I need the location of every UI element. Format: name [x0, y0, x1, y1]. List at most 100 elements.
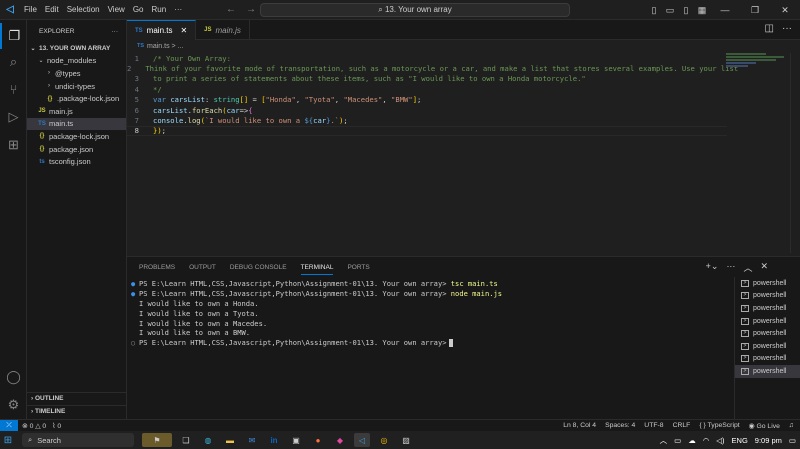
code-line-4: */ — [153, 84, 162, 94]
menu-go[interactable]: Go — [133, 5, 144, 14]
source-control-icon[interactable]: ⑂ — [0, 76, 27, 102]
layout-icon[interactable]: ▦ — [694, 5, 710, 16]
code-editor[interactable]: 1/* Your Own Array: 2 Think of your favor… — [127, 53, 738, 137]
minimize-button[interactable]: — — [710, 5, 740, 15]
code-line-1: /* Your Own Array: — [153, 53, 231, 63]
tab-ports[interactable]: PORTS — [347, 264, 369, 271]
go-live-button[interactable]: ◉ Go Live — [749, 422, 780, 430]
forward-arrow-icon[interactable]: → — [246, 4, 256, 15]
vscode-taskbar-icon[interactable]: ◁ — [354, 433, 370, 447]
terminal-instance[interactable]: > powershell — [735, 340, 800, 353]
photos-icon[interactable]: ▨ — [398, 433, 414, 447]
close-window-button[interactable]: ✕ — [770, 5, 800, 16]
chrome-icon[interactable]: ◎ — [376, 433, 392, 447]
terminal-instance[interactable]: > powershell — [735, 277, 800, 290]
more-actions-icon[interactable]: ··· — [112, 28, 119, 35]
firefox-icon[interactable]: ● — [310, 433, 326, 447]
explorer-item[interactable]: {} .package-lock.json — [27, 92, 126, 105]
restore-button[interactable]: ❐ — [740, 5, 770, 16]
explorer-item[interactable]: JS main.js — [27, 105, 126, 118]
tab-debug-console[interactable]: DEBUG CONSOLE — [230, 264, 287, 271]
remote-icon[interactable]: ⤫ — [0, 419, 18, 432]
explorer-icon[interactable]: ❐ — [0, 23, 27, 49]
breadcrumb[interactable]: TS main.ts > ... — [127, 40, 800, 52]
problems-status[interactable]: ⊗ 0 △ 0 — [22, 422, 46, 430]
show-hidden-icons-icon[interactable]: ︿ — [660, 435, 668, 446]
windows-start-icon[interactable]: ⊞ — [0, 431, 16, 449]
tab-main-js[interactable]: JS main.js — [196, 20, 250, 40]
split-editor-icon[interactable]: ◫ — [765, 23, 774, 34]
store-icon[interactable]: ▣ — [288, 433, 304, 447]
new-terminal-icon[interactable]: +⌄ — [706, 261, 719, 274]
file-explorer-icon[interactable]: ▬ — [222, 433, 238, 447]
terminal-instance[interactable]: > powershell — [735, 315, 800, 328]
encoding[interactable]: UTF-8 — [644, 422, 663, 430]
app-icon[interactable]: ◆ — [332, 433, 348, 447]
terminal-instance[interactable]: > powershell — [735, 353, 800, 366]
explorer-item[interactable]: › undici-types — [27, 80, 126, 93]
account-icon[interactable]: ◯ — [0, 364, 27, 390]
close-tab-icon[interactable]: ✕ — [180, 26, 187, 35]
run-debug-icon[interactable]: ▷ — [0, 104, 27, 130]
tab-output[interactable]: OUTPUT — [189, 264, 216, 271]
menu-edit[interactable]: Edit — [45, 5, 59, 14]
toggle-secondary-sidebar-icon[interactable]: ▯ — [678, 5, 694, 16]
explorer-item[interactable]: › @types — [27, 67, 126, 80]
search-view-icon[interactable]: ⌕ — [0, 49, 27, 75]
terminal-instance[interactable]: > powershell — [735, 290, 800, 303]
clock[interactable]: 9:09 pm — [755, 436, 782, 445]
tab-main-ts[interactable]: TS main.ts ✕ — [127, 20, 197, 40]
menu-view[interactable]: View — [108, 5, 125, 14]
menu-run[interactable]: Run — [151, 5, 166, 14]
cursor-position[interactable]: Ln 8, Col 4 — [563, 422, 596, 430]
terminal-instance[interactable]: > powershell — [735, 302, 800, 315]
menu-selection[interactable]: Selection — [67, 5, 100, 14]
task-view-icon[interactable]: ❑ — [178, 433, 194, 447]
close-panel-icon[interactable]: ✕ — [760, 261, 768, 274]
terminal-command: node main.js — [450, 289, 503, 299]
language-indicator[interactable]: ENG — [732, 436, 748, 445]
edge-browser-icon[interactable]: ◍ — [200, 433, 216, 447]
taskbar-search[interactable]: ⌕ Search — [22, 433, 134, 447]
linkedin-icon[interactable]: in — [266, 433, 282, 447]
command-center[interactable]: ⌕ 13. Your own array — [260, 3, 570, 17]
workspace-root[interactable]: ⌄ 13. YOUR OWN ARRAY — [27, 42, 126, 55]
menu-file[interactable]: File — [24, 5, 37, 14]
language-mode[interactable]: { } TypeScript — [699, 422, 739, 430]
more-actions-icon[interactable]: ··· — [726, 261, 735, 274]
explorer-item[interactable]: ⌄ node_modules — [27, 55, 126, 68]
explorer-item[interactable]: {} package-lock.json — [27, 130, 126, 143]
terminal-output[interactable]: ● PS E:\Learn HTML,CSS,Javascript,Python\… — [131, 279, 731, 348]
mail-icon[interactable]: ✉ — [244, 433, 260, 447]
notification-center-icon[interactable]: ▭ — [789, 436, 796, 445]
outline-section[interactable]: › OUTLINE — [27, 392, 127, 404]
menu-more[interactable]: ··· — [174, 5, 182, 14]
terminal-instance[interactable]: > powershell — [735, 365, 800, 378]
maximize-panel-icon[interactable]: ︿ — [743, 261, 752, 274]
explorer-item[interactable]: ts tsconfig.json — [27, 155, 126, 168]
toggle-sidebar-icon[interactable]: ▯ — [646, 5, 662, 16]
tab-problems[interactable]: PROBLEMS — [139, 264, 175, 271]
tab-terminal[interactable]: TERMINAL — [300, 264, 334, 275]
minimap[interactable] — [726, 53, 786, 83]
toggle-panel-icon[interactable]: ▭ — [662, 5, 678, 16]
cloud-icon[interactable]: ☁ — [688, 436, 696, 445]
ports-status[interactable]: ⌇ 0 — [52, 422, 61, 430]
indentation[interactable]: Spaces: 4 — [605, 422, 635, 430]
wifi-icon[interactable]: ◠ — [703, 436, 710, 445]
explorer-item[interactable]: {} package.json — [27, 143, 126, 156]
chevron-down-icon: ⌄ — [30, 45, 36, 52]
more-actions-icon[interactable]: ··· — [782, 23, 792, 34]
battery-icon[interactable]: ▭ — [674, 436, 681, 445]
settings-gear-icon[interactable]: ⚙ — [0, 392, 27, 418]
notifications-bell-icon[interactable]: ♫ — [789, 422, 794, 430]
terminal-instance[interactable]: > powershell — [735, 327, 800, 340]
editor-scrollbar[interactable] — [790, 53, 800, 253]
timeline-section[interactable]: › TIMELINE — [27, 405, 127, 417]
volume-icon[interactable]: ◁) — [716, 436, 724, 445]
search-highlight-image[interactable]: ⚑ — [142, 433, 172, 447]
extensions-icon[interactable]: ⊞ — [0, 132, 27, 158]
back-arrow-icon[interactable]: ← — [226, 4, 236, 15]
end-of-line[interactable]: CRLF — [673, 422, 691, 430]
explorer-item[interactable]: TS main.ts — [27, 117, 126, 131]
